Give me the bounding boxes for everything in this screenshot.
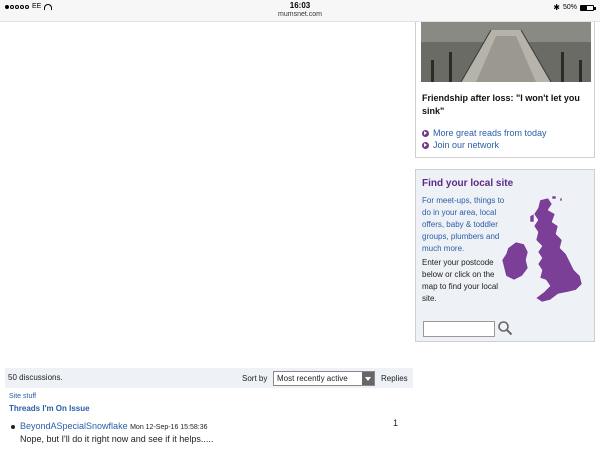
status-right: ✱ 50%: [553, 3, 596, 12]
jetty-photo[interactable]: [421, 22, 591, 82]
sort-label: Sort by: [242, 374, 268, 383]
join-network-label: Join our network: [433, 140, 500, 150]
sort-selected-value: Most recently active: [277, 374, 348, 383]
battery-icon: [580, 4, 596, 11]
post-author-link[interactable]: BeyondASpecialSnowflake: [20, 421, 128, 431]
bluetooth-icon: ✱: [553, 3, 560, 12]
jetty-image: [421, 22, 591, 82]
thread-reply-count: 1: [393, 418, 399, 428]
status-bar: EE 16:03 mumsnet.com ✱ 50%: [0, 0, 600, 22]
chevron-down-icon: [362, 372, 374, 385]
arrow-bullet-icon: [422, 129, 429, 137]
more-great-reads-link[interactable]: More great reads from today: [422, 128, 547, 138]
list-bullet: [11, 425, 15, 429]
sort-dropdown[interactable]: Most recently active: [273, 371, 375, 386]
address-bar[interactable]: mumsnet.com: [0, 11, 600, 18]
discussion-toolbar: 50 discussions. Sort by Most recently ac…: [5, 368, 413, 388]
post-timestamp: Mon 12-Sep-16 15:58:36: [130, 424, 208, 431]
join-network-link[interactable]: Join our network: [422, 140, 499, 150]
local-site-card: Find your local site For meet-ups, thing…: [415, 169, 595, 342]
post-header: BeyondASpecialSnowflake Mon 12-Sep-16 15…: [20, 421, 208, 431]
great-reads-card: Friendship after loss: "I won't let you …: [415, 22, 595, 158]
local-site-title: Find your local site: [422, 178, 514, 189]
battery-fill: [581, 5, 587, 10]
postcode-input[interactable]: [423, 321, 495, 337]
article-headline[interactable]: Friendship after loss: "I won't let you …: [422, 92, 590, 118]
post-preview[interactable]: Nope, but I'll do it right now and see i…: [20, 434, 213, 444]
search-icon[interactable]: [497, 320, 513, 336]
replies-column-header[interactable]: Replies: [381, 374, 408, 383]
local-site-instructions: Enter your postcode below or click on th…: [422, 258, 499, 303]
more-great-reads-label: More great reads from today: [433, 128, 547, 138]
clock: 16:03: [289, 1, 311, 10]
uk-map[interactable]: [500, 196, 592, 312]
battery-percent: 50%: [562, 4, 577, 11]
thread-title-link[interactable]: Threads I'm On Issue: [9, 404, 90, 413]
thread-category-link[interactable]: Site stuff: [9, 393, 36, 400]
arrow-bullet-icon: [422, 141, 429, 149]
discussion-count: 50 discussions.: [8, 373, 63, 382]
